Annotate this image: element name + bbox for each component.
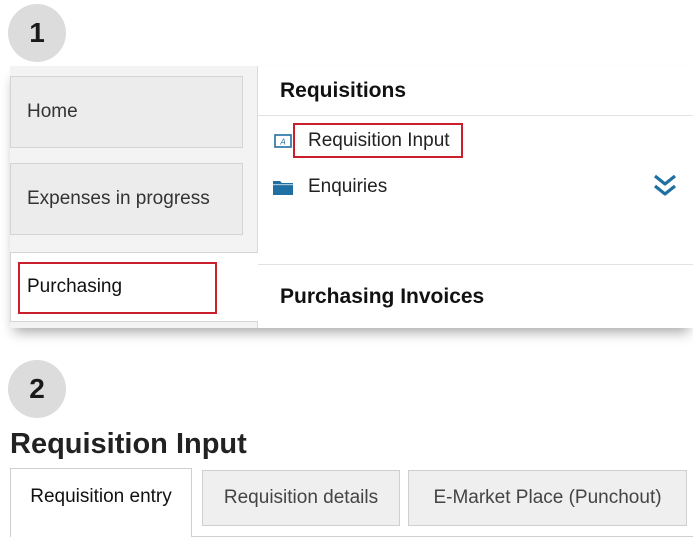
nav-item-expenses-in-progress[interactable]: Expenses in progress [10, 163, 243, 235]
step-1-badge: 1 [8, 4, 66, 62]
form-input-icon: A [272, 132, 294, 150]
step-2-badge: 2 [8, 360, 66, 418]
menu-link-label: Requisition Input [308, 130, 450, 151]
double-chevron-down-icon[interactable] [651, 169, 679, 203]
main-nav: Home Expenses in progress Purchasing [10, 66, 258, 328]
menu-link-requisition-input[interactable]: A Requisition Input [272, 126, 450, 156]
tab-requisition-entry[interactable]: Requisition entry [10, 468, 192, 537]
submenu: Requisitions A Requisition Input Enquiri… [258, 66, 693, 328]
page-title: Requisition Input [10, 428, 247, 460]
nav-item-home[interactable]: Home [10, 76, 243, 148]
svg-text:A: A [279, 138, 285, 147]
tab-e-market-place[interactable]: E-Market Place (Punchout) [408, 470, 687, 526]
purchasing-invoices-header: Purchasing Invoices [258, 264, 693, 328]
tab-requisition-details[interactable]: Requisition details [202, 470, 400, 526]
menu-link-enquiries[interactable]: Enquiries [272, 172, 387, 202]
nav-item-purchasing[interactable]: Purchasing [10, 252, 258, 322]
navigation-menu-panel: Home Expenses in progress Purchasing Req… [10, 66, 693, 328]
tab-bar: Requisition entry Requisition details E-… [10, 468, 693, 540]
menu-link-label: Enquiries [308, 176, 388, 197]
requisitions-header: Requisitions [258, 66, 693, 116]
folder-icon [272, 178, 294, 196]
